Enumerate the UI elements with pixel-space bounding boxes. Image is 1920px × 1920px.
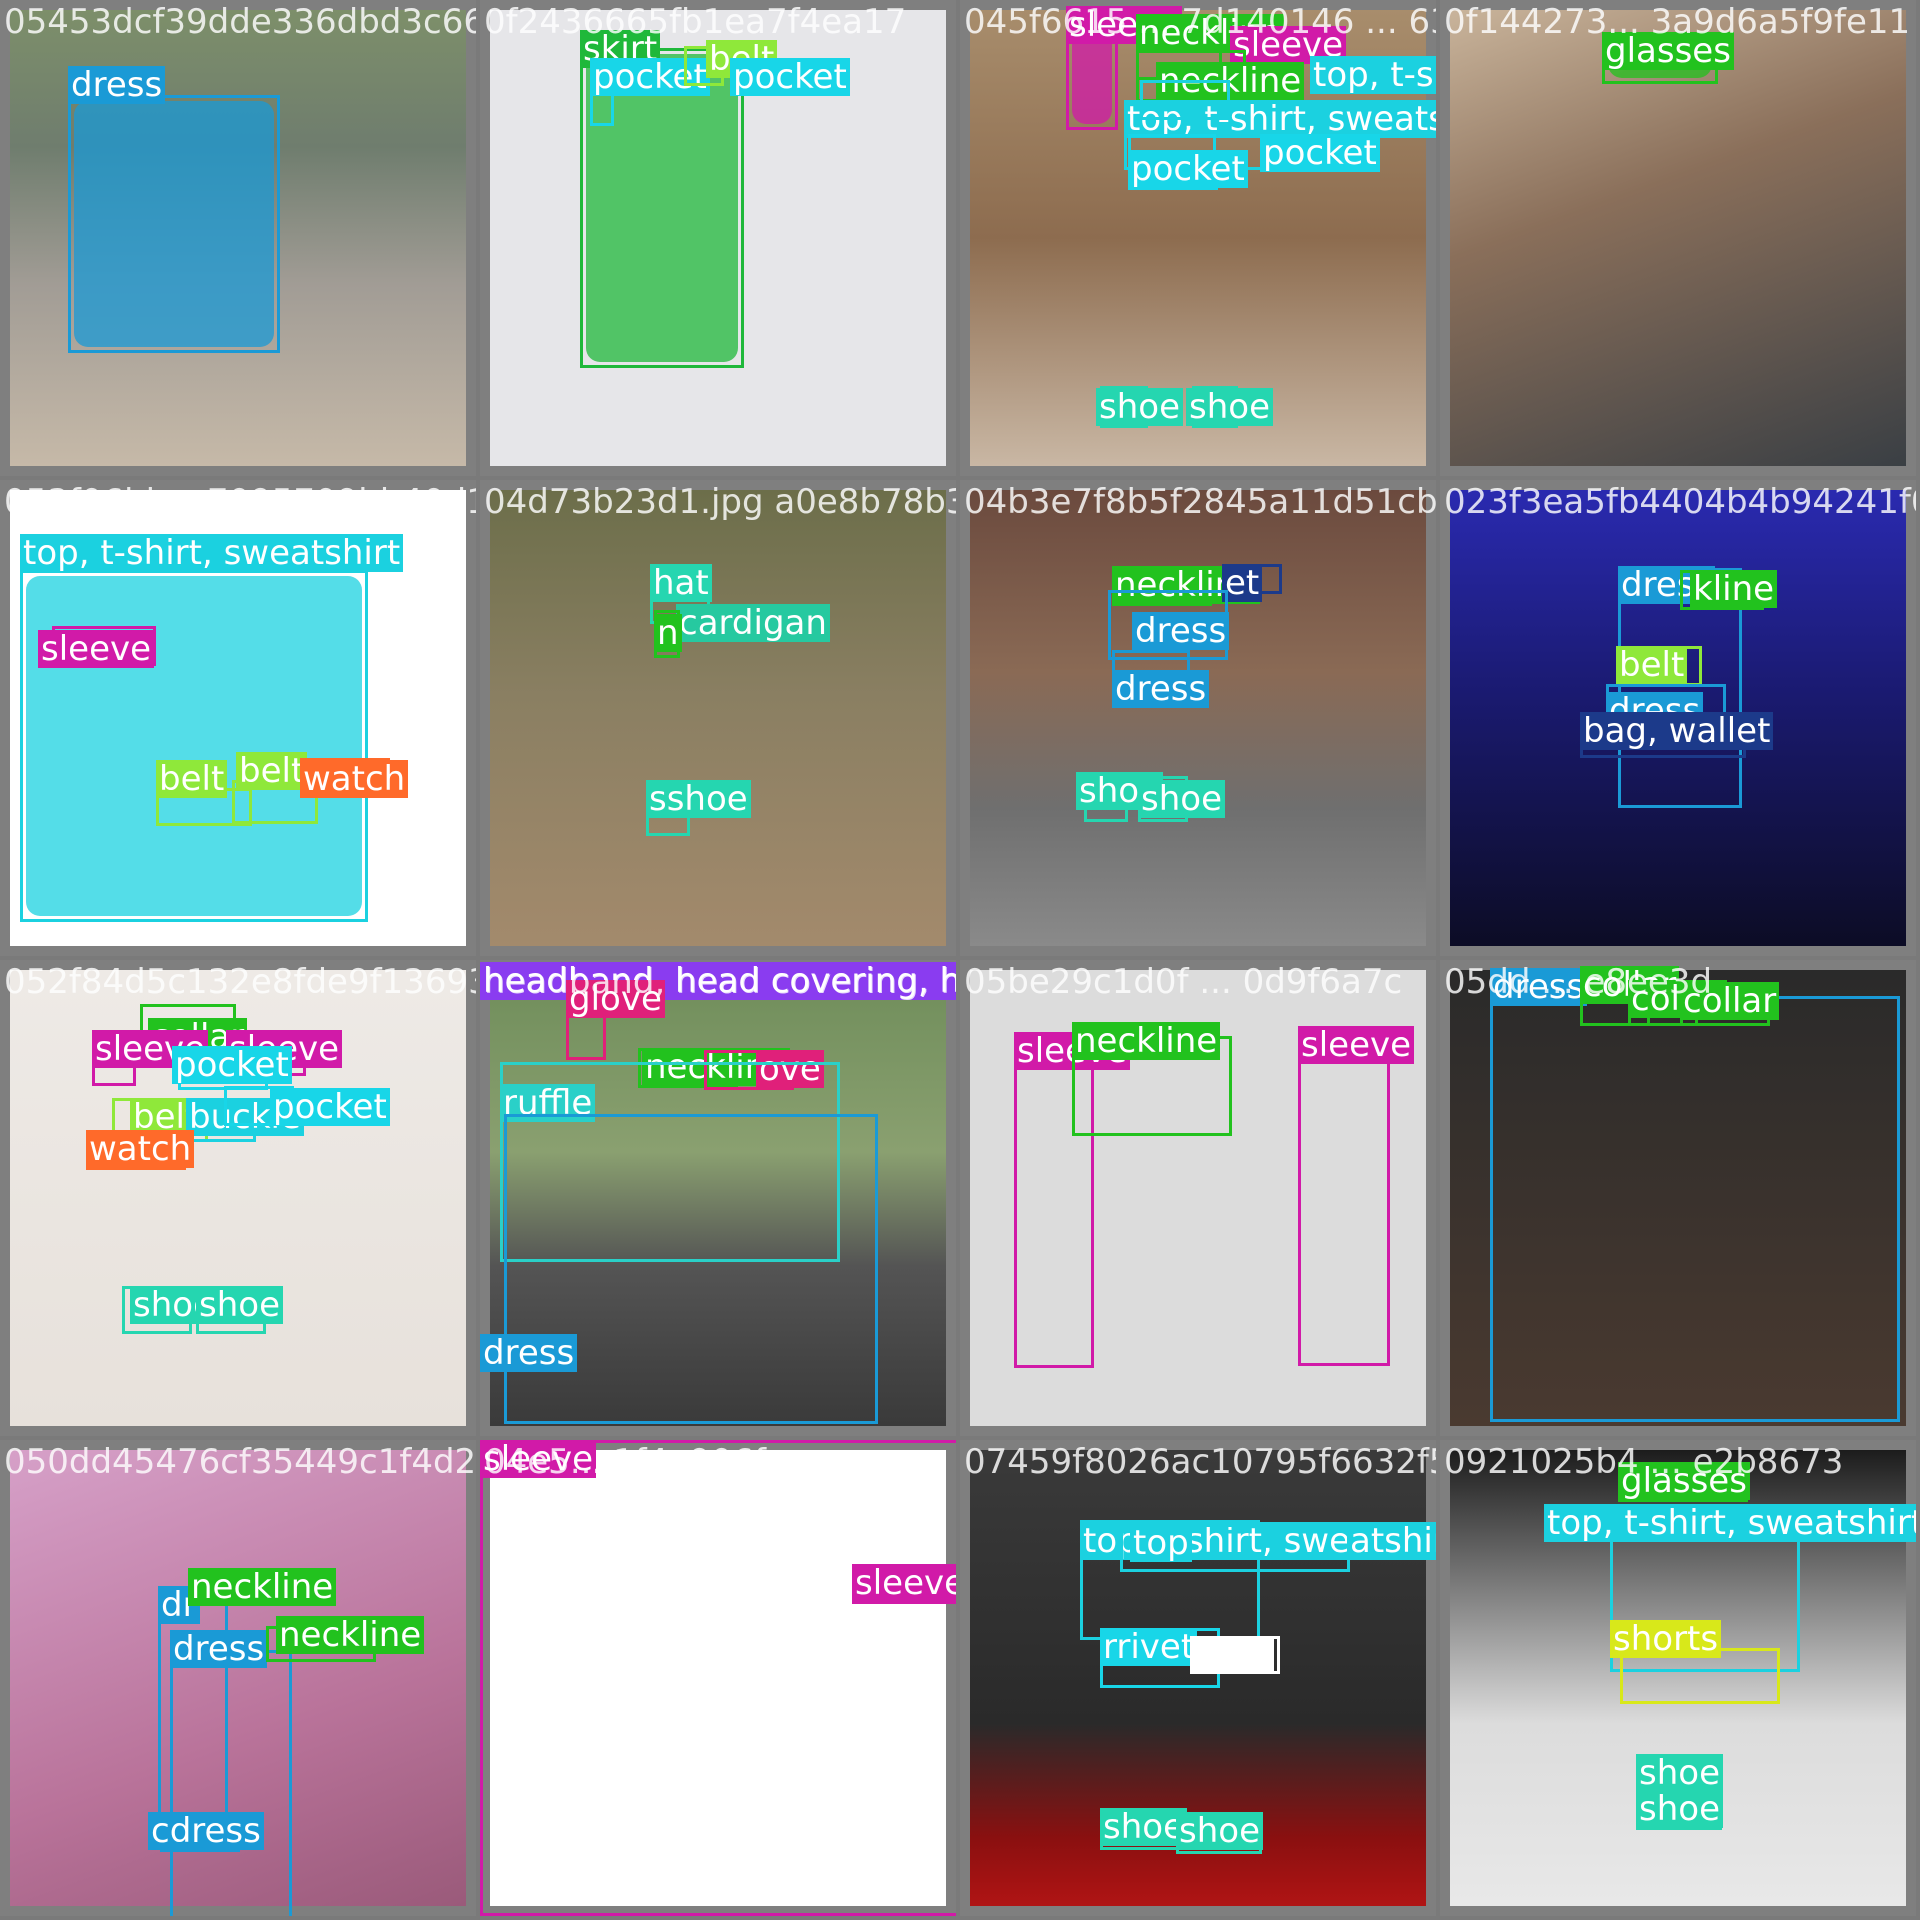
mosaic-tile: dress kline belt dress bag, wallet 023f3ea5fb… bbox=[1440, 480, 1916, 956]
annotation-label: pocket bbox=[1260, 134, 1380, 172]
mosaic-tile: skirtpocketbeltpocket0f2436665fb1ea7f4ea… bbox=[480, 0, 956, 476]
image-filename: 023f3ea5fb4404b4b94241f0 bbox=[1444, 482, 1916, 522]
mosaic-tile: hat cardigan n sshoe 04d73b23d1.jpg a0e8b78b… bbox=[480, 480, 956, 956]
annotation-label: shoe bbox=[1138, 780, 1225, 818]
annotation-label: dress bbox=[1132, 612, 1230, 650]
bounding-box bbox=[480, 1440, 956, 1916]
annotation-label: belt bbox=[236, 752, 308, 790]
mosaic-tile: sleeve neckline sleeve neckline top, t-shirt… bbox=[960, 0, 1436, 476]
annotation-label: top bbox=[1130, 1524, 1192, 1562]
annotation-label: n bbox=[654, 614, 682, 652]
mosaic-tile: top, t-shirt, sweatshirt top rrivet rivet sh… bbox=[960, 1440, 1436, 1916]
annotation-label: shoe bbox=[1100, 1808, 1187, 1846]
bounding-box bbox=[20, 570, 368, 922]
mosaic-tile: glasses 0f144273... 3a9d6a5f9fe11 bbox=[1440, 0, 1916, 476]
annotation-label: shoe bbox=[1636, 1754, 1723, 1792]
image-filename: headband, head covering, hair accessory bbox=[484, 962, 956, 1002]
annotation-label: shoe bbox=[196, 1286, 283, 1324]
bounding-box bbox=[1140, 80, 1230, 120]
annotation-label: shoe bbox=[1176, 1812, 1263, 1850]
annotation-label: cdress bbox=[148, 1812, 264, 1850]
annotation-label: sshoe bbox=[646, 780, 751, 818]
annotation-label: watch bbox=[86, 1130, 195, 1168]
annotation-label: et bbox=[1222, 564, 1263, 602]
annotation-label: watch bbox=[300, 760, 409, 798]
annotation-label: top, t-shirt, sweatshirt bbox=[1544, 1504, 1916, 1542]
bounding-box bbox=[170, 1650, 292, 1916]
annotation-label: cardigan bbox=[676, 604, 830, 642]
annotation-label: dress bbox=[68, 66, 166, 104]
mosaic-tile: collarsleevesleevepocketbeltbucklepocket… bbox=[0, 960, 476, 1436]
annotation-label: pocket bbox=[730, 58, 850, 96]
annotation-label: shorts bbox=[1610, 1620, 1722, 1658]
mosaic-tile: dr neckline dress neckline cdress 050dd45476c… bbox=[0, 1440, 476, 1916]
image-filename: 04e5... 1f4a906f bbox=[484, 1442, 766, 1482]
mosaic-tile: headband, head covering, hair accessoryg… bbox=[480, 960, 956, 1436]
photo-street-taxi bbox=[970, 490, 1426, 946]
mosaic-tile: sleeve sleeve 04e5... 1f4a906f bbox=[480, 1440, 956, 1916]
mosaic-tile: neckline et dress dress shoe shoe 04b3e7f8b5f2… bbox=[960, 480, 1436, 956]
annotation-label: sleeve bbox=[852, 1564, 956, 1602]
annotation-label: shoe bbox=[1186, 388, 1273, 426]
mosaic-tile: glasses top, t-shirt, sweatshirt shorts sho… bbox=[1440, 1440, 1916, 1916]
annotation-label: pocket bbox=[172, 1046, 292, 1084]
annotation-label: kline bbox=[1690, 570, 1778, 608]
image-filename: 053f06bbac7095709bb40d10 bbox=[4, 482, 476, 522]
annotation-label: sleeve bbox=[1298, 1026, 1415, 1064]
annotation-label: neckline bbox=[276, 1616, 425, 1654]
annotation-label: rrivet bbox=[1100, 1628, 1198, 1666]
image-filename: 07459f8026ac10795f6632f5f bbox=[964, 1442, 1436, 1482]
image-filename: 0921025b4 ... e2b8673 bbox=[1444, 1442, 1844, 1482]
annotation-label: dress bbox=[480, 1334, 578, 1372]
image-filename: 05dd ... e8ee3d bbox=[1444, 962, 1713, 1002]
image-filename: 05be29c1d0f ... 0d9f6a7c bbox=[964, 962, 1403, 1002]
annotation-label: pocket bbox=[1128, 150, 1248, 188]
annotation-label: top, t-shirt, sweatshirt bbox=[20, 534, 404, 572]
annotation-label: dress bbox=[170, 1630, 268, 1668]
image-filename: 04d73b23d1.jpg a0e8b78b39be bbox=[484, 482, 956, 522]
annotation-label: sleeve bbox=[38, 630, 155, 668]
bounding-box bbox=[1298, 1036, 1390, 1366]
bounding-box bbox=[504, 1114, 878, 1424]
annotation-label: hat bbox=[650, 564, 712, 602]
mosaic-tile: dresscollarcollarcollar05dd ... e8ee3d bbox=[1440, 960, 1916, 1436]
image-filename: 0f2436665fb1ea7f4ea17 bbox=[484, 2, 907, 42]
bounding-box bbox=[1490, 996, 1900, 1422]
photo-forest-cardigan bbox=[490, 490, 946, 946]
mosaic-tile: top, t-shirt, sweatshirt sleeve belt belt wa… bbox=[0, 480, 476, 956]
annotation-label: dress bbox=[1112, 670, 1210, 708]
annotation-label: belt bbox=[1616, 646, 1688, 684]
image-filename: 052f84d5c132e8fde9f13693 bbox=[4, 962, 476, 1002]
annotation-label: shoe bbox=[1636, 1790, 1723, 1828]
mosaic-tile: dress 05453dcf39dde336dbd3c660 bbox=[0, 0, 476, 476]
image-filename: 04b3e7f8b5f2845a11d51cb46 bbox=[964, 482, 1436, 522]
mosaic-grid: dress 05453dcf39dde336dbd3c660 skirt pocket… bbox=[0, 0, 1920, 1920]
annotation-label: neckline bbox=[1072, 1022, 1221, 1060]
annotation-label: shoe bbox=[1096, 388, 1183, 426]
annotation-label: rivet bbox=[1190, 1636, 1274, 1674]
image-filename: 050dd45476cf35449c1f4d2e bbox=[4, 1442, 476, 1482]
annotation-label: top, t-shirt, sweatshirt bbox=[1310, 56, 1436, 94]
annotation-label: belt bbox=[156, 760, 228, 798]
image-filename: 0f144273... 3a9d6a5f9fe11 bbox=[1444, 2, 1911, 42]
annotation-label: bag, wallet bbox=[1580, 712, 1774, 750]
image-filename: 045f6615 ... 7d140146 ... 63442503.jpg bbox=[964, 2, 1436, 42]
image-filename: 05453dcf39dde336dbd3c660 bbox=[4, 2, 476, 42]
mosaic-tile: sleevenecklinesleeve05be29c1d0f ... 0d9f… bbox=[960, 960, 1436, 1436]
annotation-label: neckline bbox=[188, 1568, 337, 1606]
bounding-box bbox=[68, 95, 280, 353]
annotation-label: pocket bbox=[270, 1088, 390, 1126]
